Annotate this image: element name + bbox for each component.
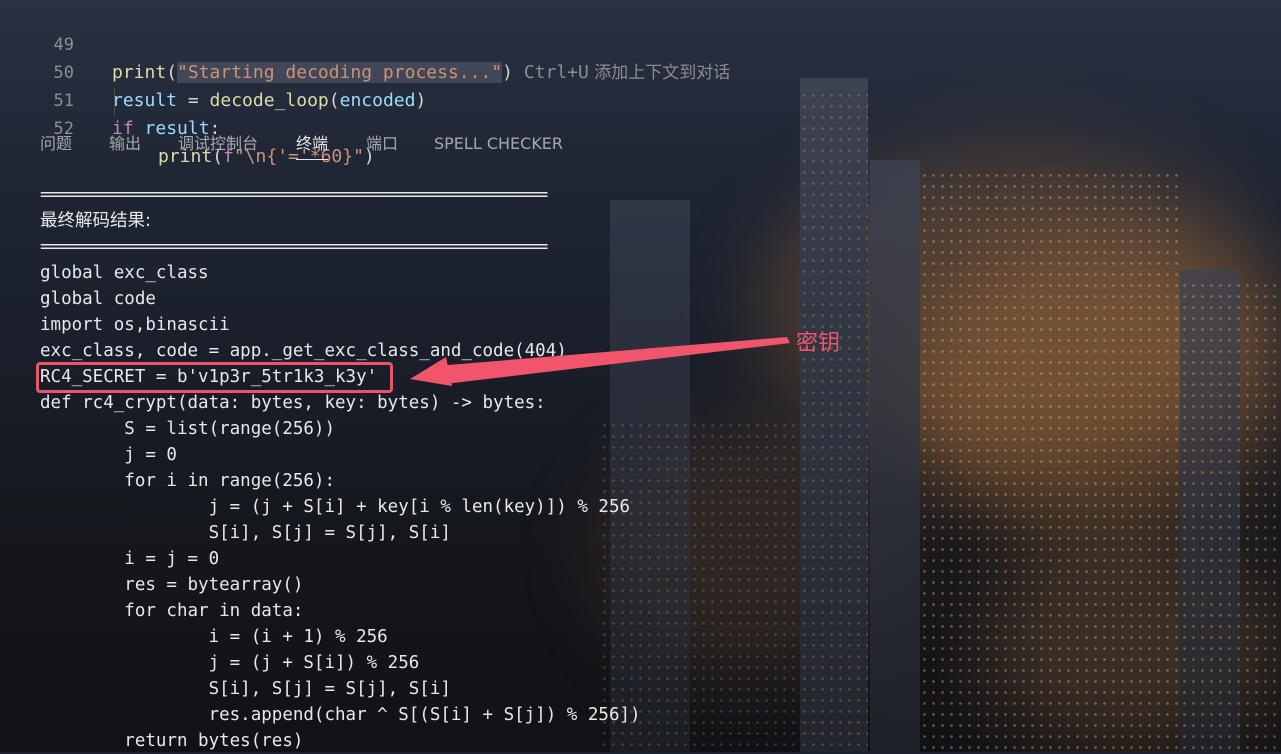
code-line-51[interactable]: 51 if result: <box>0 59 221 139</box>
terminal-line: res = bytearray() <box>40 575 304 595</box>
terminal-line: ========================================… <box>40 185 548 205</box>
secret-highlight-box <box>36 362 393 393</box>
terminal-line: def rc4_crypt(data: bytes, key: bytes) -… <box>40 393 546 413</box>
code-line-49[interactable]: 49 print("Starting decoding process...")… <box>0 3 730 83</box>
terminal-line: global exc_class <box>40 263 209 283</box>
terminal-line: S[i], S[j] = S[j], S[i] <box>40 679 451 699</box>
shortcut-hint: Ctrl+U <box>512 62 589 83</box>
terminal-line: global code <box>40 289 156 309</box>
panel-tabs: 问题 输出 调试控制台 终端 端口 SPELL CHECKER <box>0 124 700 164</box>
line-number: 50 <box>53 63 74 83</box>
tab-spell-checker[interactable]: SPELL CHECKER <box>434 124 563 164</box>
terminal-line: S = list(range(256)) <box>40 419 336 439</box>
line-number: 51 <box>53 91 74 111</box>
terminal-line: j = (j + S[i]) % 256 <box>40 653 420 673</box>
tab-debug-console[interactable]: 调试控制台 <box>178 124 258 164</box>
terminal-line: return bytes(res) <box>40 731 304 751</box>
terminal-line: S[i], S[j] = S[j], S[i] <box>40 523 451 543</box>
terminal-line: j = 0 <box>40 445 177 465</box>
terminal-line: res.append(char ^ S[(S[i] + S[j]) % 256]… <box>40 705 641 725</box>
tab-ports[interactable]: 端口 <box>366 124 398 164</box>
code-editor[interactable]: 49 print("Starting decoding process...")… <box>0 0 1281 167</box>
tab-problems[interactable]: 问题 <box>40 124 72 164</box>
terminal-line: i = j = 0 <box>40 549 220 569</box>
tab-output[interactable]: 输出 <box>109 124 141 164</box>
terminal-line: for char in data: <box>40 601 304 621</box>
code-line-50[interactable]: 50 result = decode_loop(encoded) <box>0 31 427 111</box>
terminal-line: 最终解码结果: <box>40 211 151 231</box>
code-line-52[interactable]: 52 print(f"\n{'='*60}") <box>0 87 375 167</box>
terminal-line: j = (j + S[i] + key[i % len(key)]) % 256 <box>40 497 631 517</box>
tab-terminal[interactable]: 终端 <box>296 124 329 164</box>
terminal-output[interactable]: ========================================… <box>40 182 940 754</box>
terminal-line: ========================================… <box>40 237 548 257</box>
terminal-line: i = (i + 1) % 256 <box>40 627 388 647</box>
line-number: 49 <box>53 35 74 55</box>
indent-guide <box>114 88 115 116</box>
shortcut-hint-text: 添加上下文到对话 <box>588 63 731 83</box>
terminal-line: for i in range(256): <box>40 471 336 491</box>
annotation-label: 密钥 <box>796 331 841 356</box>
